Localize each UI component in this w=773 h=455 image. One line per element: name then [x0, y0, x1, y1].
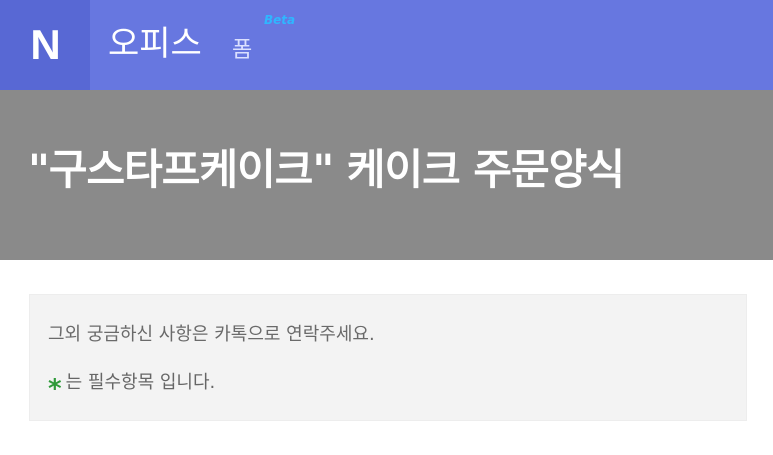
form-title-banner: "구스타프케이크" 케이크 주문양식 — [0, 90, 773, 260]
logo-letter: N — [30, 21, 60, 68]
required-asterisk: * — [48, 374, 62, 404]
app-subtitle: 폼 — [232, 38, 253, 63]
form-title: "구스타프케이크" 케이크 주문양식 — [28, 145, 625, 194]
app-name: 오피스 — [108, 24, 202, 64]
notice-required-text: 는 필수항목 입니다. — [65, 372, 216, 393]
logo[interactable]: N — [0, 0, 90, 90]
form-notice-box: 그외 궁금하신 사항은 카톡으로 연락주세요. * 는 필수항목 입니다. — [29, 294, 747, 421]
notice-required-line: * 는 필수항목 입니다. — [48, 371, 216, 402]
notice-contact-text: 그외 궁금하신 사항은 카톡으로 연락주세요. — [48, 324, 375, 345]
beta-badge: Beta — [264, 13, 296, 27]
top-bar: N 오피스 폼 Beta — [0, 0, 773, 90]
